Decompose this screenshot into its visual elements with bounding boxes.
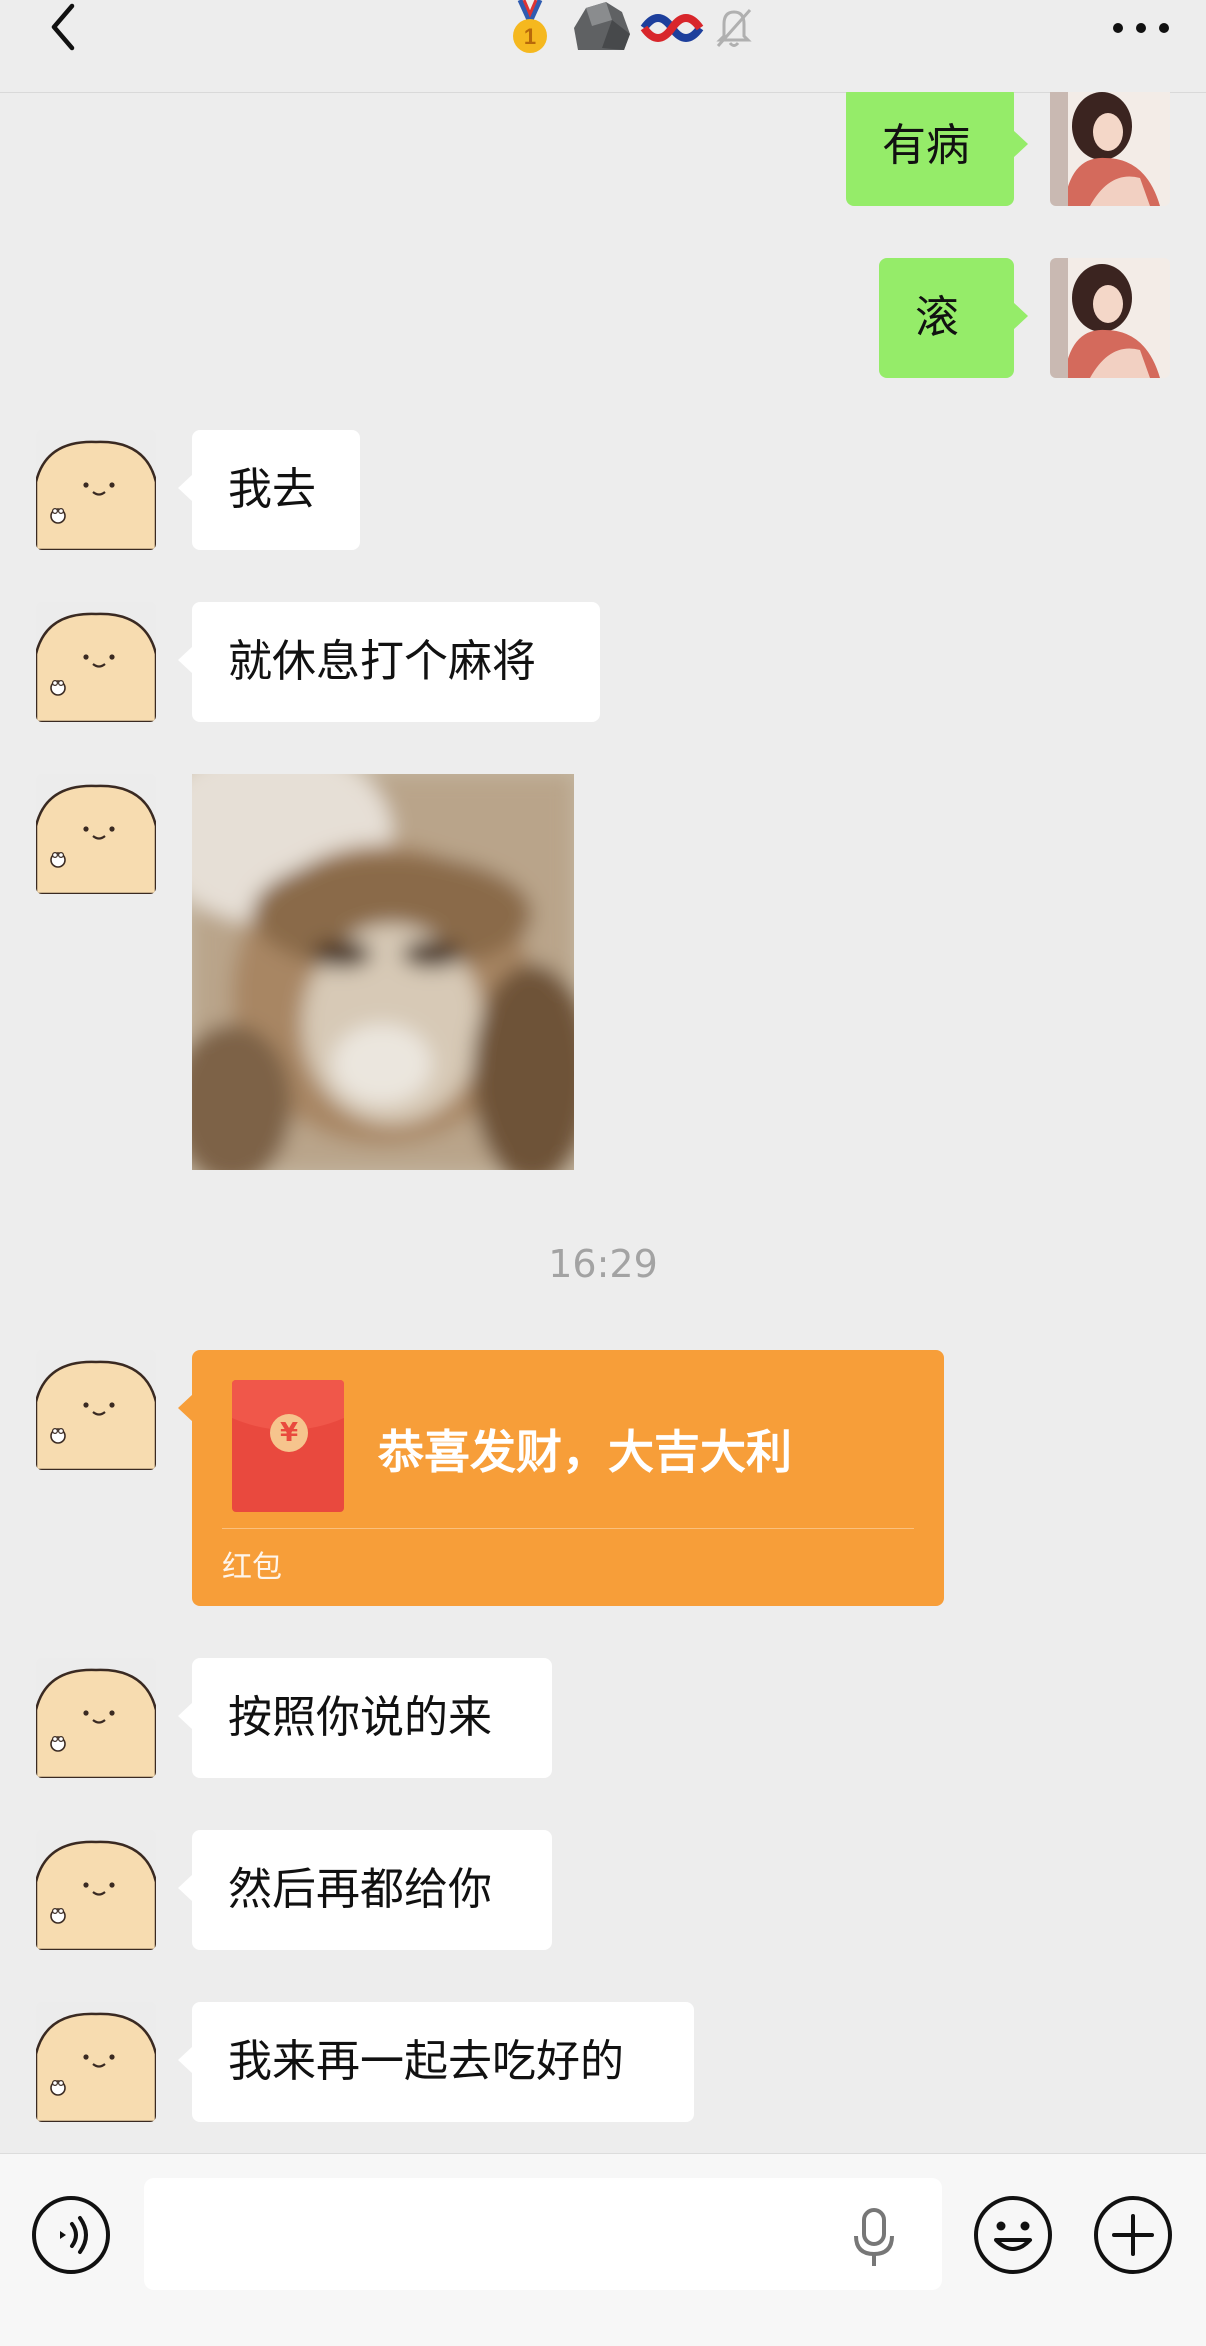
contact-avatar[interactable] xyxy=(36,430,156,550)
bell-muted-icon xyxy=(716,9,752,47)
contact-avatar[interactable] xyxy=(36,1658,156,1778)
red-envelope-icon: ¥ xyxy=(232,1380,344,1512)
chat-title-icons: 1 xyxy=(508,0,758,60)
svg-text:1: 1 xyxy=(524,24,536,49)
message-list[interactable]: 有病 滚 我去 就休息打个麻将 16:29 ¥ 恭喜发财，大吉大利 红包 按照你… xyxy=(0,92,1206,2152)
input-bar xyxy=(0,2153,1206,2346)
contact-avatar[interactable] xyxy=(36,2002,156,2122)
message-bubble[interactable]: 然后再都给你 xyxy=(178,1830,552,1950)
contact-avatar[interactable] xyxy=(36,774,156,894)
red-packet-title: 恭喜发财，大吉大利 xyxy=(378,1425,792,1479)
message-bubble[interactable]: 我去 xyxy=(178,430,360,550)
message-bubble[interactable]: 有病 xyxy=(846,92,1028,206)
red-packet-divider xyxy=(222,1528,914,1529)
medal-icon: 1 xyxy=(513,0,547,53)
sticker-image[interactable] xyxy=(192,774,574,1170)
message-timestamp: 16:29 xyxy=(548,1242,658,1286)
contact-avatar[interactable] xyxy=(36,1350,156,1470)
message-bubble[interactable]: 就休息打个麻将 xyxy=(178,602,600,722)
contact-avatar[interactable] xyxy=(36,602,156,722)
message-bubble[interactable]: 滚 xyxy=(879,258,1028,378)
chat-header: 1 xyxy=(0,0,1206,93)
plus-icon[interactable] xyxy=(1092,2194,1174,2276)
back-chevron-icon[interactable] xyxy=(36,0,92,56)
contact-avatar[interactable] xyxy=(36,1830,156,1950)
more-dots-icon[interactable] xyxy=(1106,8,1176,48)
emoji-icon[interactable] xyxy=(972,2194,1054,2276)
red-packet-card[interactable]: ¥ 恭喜发财，大吉大利 红包 xyxy=(178,1350,944,1606)
red-packet-label: 红包 xyxy=(222,1550,282,1585)
message-bubble[interactable]: 按照你说的来 xyxy=(178,1658,552,1778)
rock-icon xyxy=(574,2,630,50)
yuan-coin-icon: ¥ xyxy=(270,1414,308,1452)
self-avatar[interactable] xyxy=(1050,92,1170,206)
message-bubble[interactable]: 我来再一起去吃好的 xyxy=(178,2002,694,2122)
message-input[interactable] xyxy=(144,2178,942,2290)
knot-icon xyxy=(640,14,704,42)
voice-mode-icon[interactable] xyxy=(30,2194,112,2276)
self-avatar[interactable] xyxy=(1050,258,1170,378)
microphone-icon[interactable] xyxy=(848,2206,900,2270)
